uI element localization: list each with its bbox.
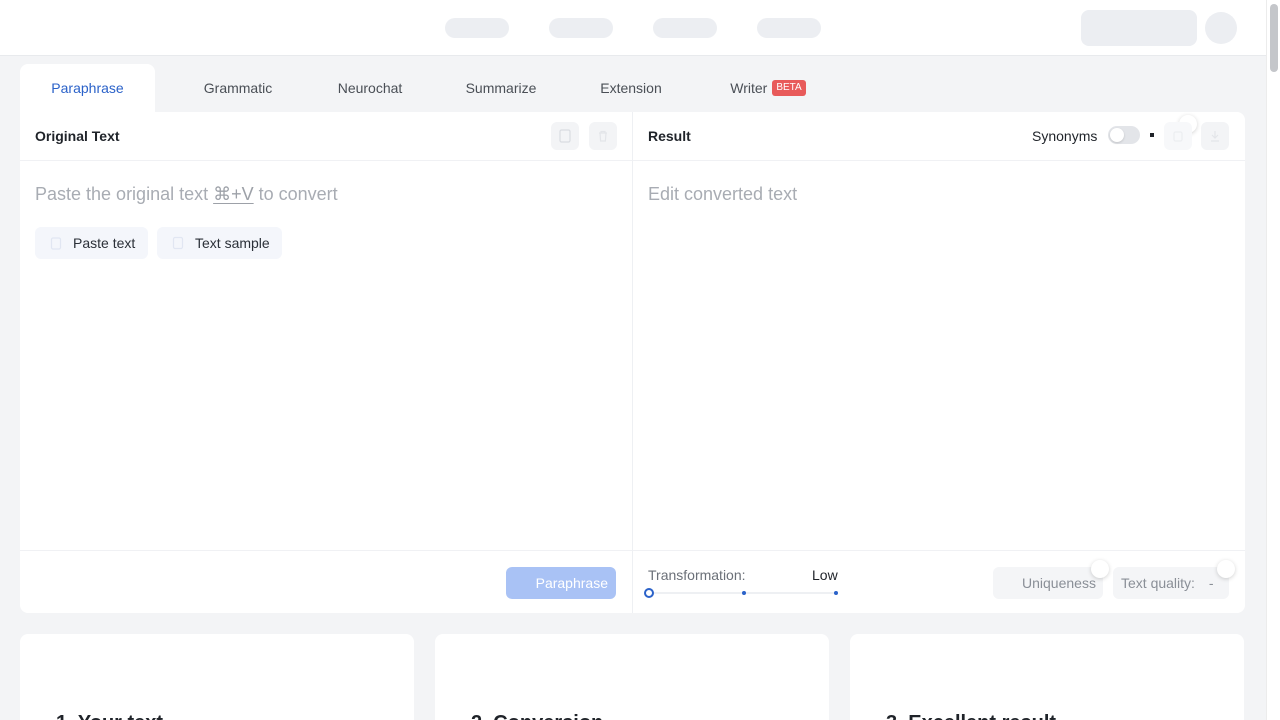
transformation-slider[interactable] [644, 588, 838, 598]
transformation-value: Low [812, 567, 838, 583]
tab-neurochat[interactable]: Neurochat [322, 64, 418, 112]
toggle-knob [1110, 128, 1124, 142]
text-sample-label: Text sample [195, 235, 270, 251]
uniqueness-label: Uniqueness [1022, 575, 1096, 591]
tab-label: Neurochat [337, 80, 403, 96]
copy-result-button[interactable] [1164, 122, 1192, 150]
nav-link-placeholder[interactable] [445, 18, 509, 38]
result-output-field[interactable]: Edit converted text [648, 184, 797, 205]
paraphrase-editor: Original Text Paste the original text ⌘+… [20, 112, 1245, 613]
document-icon [172, 236, 184, 250]
tab-label: Grammatic [203, 80, 273, 96]
result-title: Result [648, 128, 691, 144]
step-card: 3. Excellent result [850, 634, 1244, 720]
file-icon [559, 129, 571, 143]
text-quality-label: Text quality: [1121, 575, 1195, 591]
pane-divider [632, 112, 633, 613]
clear-text-button[interactable] [589, 122, 617, 150]
account-button-placeholder[interactable] [1081, 10, 1197, 46]
page-scrollbar[interactable] [1266, 0, 1280, 720]
placeholder-text: Paste the original text [35, 184, 214, 204]
download-result-button[interactable] [1201, 122, 1229, 150]
tab-label: Writer [730, 80, 768, 96]
text-quality-value: - [1208, 575, 1214, 591]
avatar[interactable] [1205, 12, 1237, 44]
tab-summarize[interactable]: Summarize [453, 64, 549, 112]
paste-text-button[interactable]: Paste text [35, 227, 148, 259]
slider-step-dot[interactable] [834, 591, 838, 595]
uniqueness-metric[interactable]: Uniqueness [993, 567, 1103, 599]
step-title: 1. Your text [56, 712, 163, 720]
original-text-input[interactable]: Paste the original text ⌘+V to convert [35, 184, 338, 205]
transformation-label: Transformation: [648, 567, 746, 583]
keyboard-shortcut: ⌘+V [213, 184, 254, 204]
top-navigation-bar [0, 0, 1266, 56]
step-card: 1. Your text [20, 634, 414, 720]
synonyms-label: Synonyms [1032, 128, 1098, 144]
step-title: 3. Excellent result [886, 712, 1056, 720]
paraphrase-button[interactable]: Paraphrase [506, 567, 616, 599]
step-title: 2. Conversion [471, 712, 603, 720]
download-icon [1211, 131, 1219, 142]
step-card: 2. Conversion [435, 634, 829, 720]
trash-icon [599, 130, 607, 142]
tab-label: Extension [600, 80, 662, 96]
tab-label: Summarize [465, 80, 537, 96]
info-dot-icon [1150, 133, 1154, 137]
text-quality-metric[interactable]: Text quality: - [1113, 567, 1229, 599]
scrollbar-thumb[interactable] [1270, 4, 1278, 72]
clipboard-icon [50, 237, 62, 250]
tab-label: Paraphrase [51, 80, 124, 96]
slider-step-dot[interactable] [742, 591, 746, 595]
nav-link-placeholder[interactable] [757, 18, 821, 38]
beta-badge: BETA [772, 80, 806, 97]
copy-icon [1173, 131, 1183, 142]
upload-file-button[interactable] [551, 122, 579, 150]
text-sample-button[interactable]: Text sample [157, 227, 282, 259]
tab-paraphrase[interactable]: Paraphrase [20, 64, 155, 112]
placeholder-text: to convert [253, 184, 338, 204]
original-text-title: Original Text [35, 128, 120, 144]
paste-text-label: Paste text [73, 235, 136, 251]
tab-grammatic[interactable]: Grammatic [190, 64, 286, 112]
synonyms-toggle[interactable] [1108, 126, 1140, 144]
nav-link-placeholder[interactable] [653, 18, 717, 38]
tab-extension[interactable]: Extension [583, 64, 679, 112]
slider-handle[interactable] [644, 588, 654, 598]
uniqueness-knob [1091, 560, 1109, 578]
tab-writer[interactable]: Writer BETA [720, 64, 816, 112]
text-quality-knob [1217, 560, 1235, 578]
nav-link-placeholder[interactable] [549, 18, 613, 38]
